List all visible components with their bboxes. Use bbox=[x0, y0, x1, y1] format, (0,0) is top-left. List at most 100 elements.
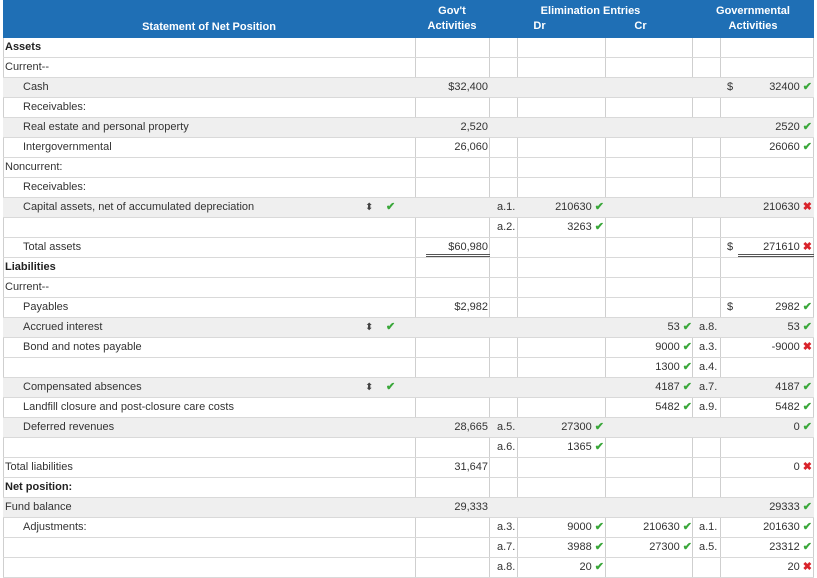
select-arrows-icon[interactable]: ⬍ bbox=[365, 198, 377, 217]
select-status: ✔ bbox=[383, 198, 395, 217]
gov-activities-value: 31,647 bbox=[454, 461, 488, 473]
cross-icon: ✖ bbox=[802, 461, 812, 473]
dr-input[interactable]: 3263 ✔ bbox=[522, 218, 606, 237]
check-icon: ✔ bbox=[594, 541, 604, 553]
dr-entry-ref: a.1. bbox=[497, 201, 516, 213]
dr-input-value: 1365 bbox=[567, 441, 592, 453]
cr-input[interactable]: 53 ✔ bbox=[606, 318, 694, 337]
gov-activities-value: $2,982 bbox=[454, 301, 488, 313]
governmental-activities-input[interactable]: 29333 ✔ bbox=[738, 498, 814, 517]
dr-input[interactable]: 20 ✔ bbox=[522, 558, 606, 577]
table-row: a.7. 3988 ✔ 27300 ✔ a.5. 23312 ✔ bbox=[3, 538, 814, 558]
governmental-activities-input[interactable]: 32400 ✔ bbox=[738, 78, 814, 97]
cr-input-value: 53 bbox=[667, 321, 680, 333]
cr-entry-ref: a.7. bbox=[699, 381, 718, 393]
table-row: Total liabilities 31,647 0 ✖ bbox=[3, 458, 814, 478]
dr-input[interactable]: 9000 ✔ bbox=[522, 518, 606, 537]
gov-activities-value: 29,333 bbox=[454, 501, 488, 513]
dr-entry-ref: a.3. bbox=[497, 521, 516, 533]
table-row: Accrued interest ⬍ ✔ 53 ✔ a.8. 53 ✔ bbox=[3, 318, 814, 338]
table-row: Cash $32,400 $32400 ✔ bbox=[3, 78, 814, 98]
governmental-activities-input[interactable]: -9000 ✖ bbox=[738, 338, 814, 357]
check-icon: ✔ bbox=[802, 381, 812, 393]
governmental-activities-input-value: 26060 bbox=[769, 141, 800, 153]
governmental-activities-input[interactable]: 0 ✔ bbox=[738, 418, 814, 437]
row-label: Compensated absences bbox=[23, 381, 142, 393]
row-label: Adjustments: bbox=[23, 521, 87, 533]
table-row: a.8. 20 ✔ 20 ✖ bbox=[3, 558, 814, 578]
row-label: Current-- bbox=[5, 281, 50, 293]
governmental-activities-input[interactable]: 4187 ✔ bbox=[738, 378, 814, 397]
check-icon: ✔ bbox=[802, 401, 812, 413]
row-label: Capital assets, net of accumulated depre… bbox=[23, 201, 255, 213]
row-label: Current-- bbox=[5, 61, 50, 73]
governmental-activities-input-value: 20 bbox=[787, 561, 800, 573]
row-shade bbox=[489, 318, 517, 337]
row-shade bbox=[3, 78, 415, 97]
row-shade bbox=[415, 198, 489, 217]
ga-header-line1: Governmental bbox=[716, 5, 790, 17]
table-row: Adjustments: a.3. 9000 ✔ 210630 ✔ a.1. 201630 ✔ bbox=[3, 518, 814, 538]
header-governmental: Governmental Activities bbox=[692, 0, 814, 38]
governmental-activities-input-value: 2982 bbox=[775, 301, 800, 313]
row-label: Real estate and personal property bbox=[23, 121, 189, 133]
cr-input[interactable]: 1300 ✔ bbox=[606, 358, 694, 377]
table-row: Current-- bbox=[3, 278, 814, 298]
governmental-activities-input[interactable]: 2520 ✔ bbox=[738, 118, 814, 137]
table-row: Assets bbox=[3, 38, 814, 58]
governmental-activities-input[interactable]: 0 ✖ bbox=[738, 458, 814, 477]
governmental-activities-input-value: 29333 bbox=[769, 501, 800, 513]
table-row: Current-- bbox=[3, 58, 814, 78]
cr-input-value: 4187 bbox=[655, 381, 680, 393]
table-row: Real estate and personal property 2,520 25… bbox=[3, 118, 814, 138]
ga-header-line2: Activities bbox=[728, 20, 778, 32]
check-icon: ✔ bbox=[802, 421, 812, 433]
governmental-activities-input[interactable]: 20 ✖ bbox=[738, 558, 814, 577]
row-label: Bond and notes payable bbox=[23, 341, 142, 353]
check-icon: ✔ bbox=[594, 441, 604, 453]
gov-header-line1: Gov't bbox=[438, 5, 466, 17]
cross-icon: ✖ bbox=[802, 201, 812, 213]
dr-input[interactable]: 27300 ✔ bbox=[522, 418, 606, 437]
dr-input-value: 9000 bbox=[567, 521, 592, 533]
dr-input[interactable]: 210630 ✔ bbox=[522, 198, 606, 217]
check-icon: ✔ bbox=[802, 521, 812, 533]
governmental-activities-input[interactable]: 26060 ✔ bbox=[738, 138, 814, 157]
header-elimination: Elimination Entries Dr Cr bbox=[489, 0, 692, 38]
dr-input-value: 3263 bbox=[567, 221, 592, 233]
governmental-activities-input[interactable]: 271610 ✖ bbox=[738, 238, 814, 257]
cross-icon: ✖ bbox=[802, 341, 812, 353]
cr-input[interactable]: 27300 ✔ bbox=[606, 538, 694, 557]
governmental-activities-input[interactable]: 23312 ✔ bbox=[738, 538, 814, 557]
select-arrows-icon[interactable]: ⬍ bbox=[365, 318, 377, 337]
dr-input[interactable]: 1365 ✔ bbox=[522, 438, 606, 457]
dr-input-value: 27300 bbox=[561, 421, 592, 433]
gov-activities-value: 28,665 bbox=[454, 421, 488, 433]
cr-input[interactable]: 9000 ✔ bbox=[606, 338, 694, 357]
cr-input[interactable]: 210630 ✔ bbox=[606, 518, 694, 537]
governmental-activities-input[interactable]: 2982 ✔ bbox=[738, 298, 814, 317]
header-statement: Statement of Net Position bbox=[3, 0, 415, 38]
table-row: a.6. 1365 ✔ bbox=[3, 438, 814, 458]
cr-input[interactable]: 5482 ✔ bbox=[606, 398, 694, 417]
check-icon: ✔ bbox=[682, 341, 692, 353]
table-row: Deferred revenues 28,665 a.5. 27300 ✔ 0 ✔ bbox=[3, 418, 814, 438]
check-icon: ✔ bbox=[802, 141, 812, 153]
governmental-activities-input[interactable]: 210630 ✖ bbox=[738, 198, 814, 217]
cr-input-value: 5482 bbox=[655, 401, 680, 413]
select-arrows-icon[interactable]: ⬍ bbox=[365, 378, 377, 397]
dr-input-value: 20 bbox=[579, 561, 592, 573]
cr-input[interactable]: 4187 ✔ bbox=[606, 378, 694, 397]
cr-input-value: 210630 bbox=[643, 521, 680, 533]
governmental-activities-input[interactable]: 201630 ✔ bbox=[738, 518, 814, 537]
statement-sheet: Statement of Net Position Gov't Activiti… bbox=[0, 0, 817, 578]
row-shade bbox=[692, 418, 720, 437]
governmental-activities-input[interactable]: 53 ✔ bbox=[738, 318, 814, 337]
governmental-activities-input-value: 23312 bbox=[769, 541, 800, 553]
governmental-activities-input[interactable]: 5482 ✔ bbox=[738, 398, 814, 417]
governmental-activities-input-value: 5482 bbox=[775, 401, 800, 413]
row-shade bbox=[517, 498, 605, 517]
governmental-activities-input-value: 53 bbox=[787, 321, 800, 333]
dr-input[interactable]: 3988 ✔ bbox=[522, 538, 606, 557]
row-shade bbox=[692, 78, 720, 97]
